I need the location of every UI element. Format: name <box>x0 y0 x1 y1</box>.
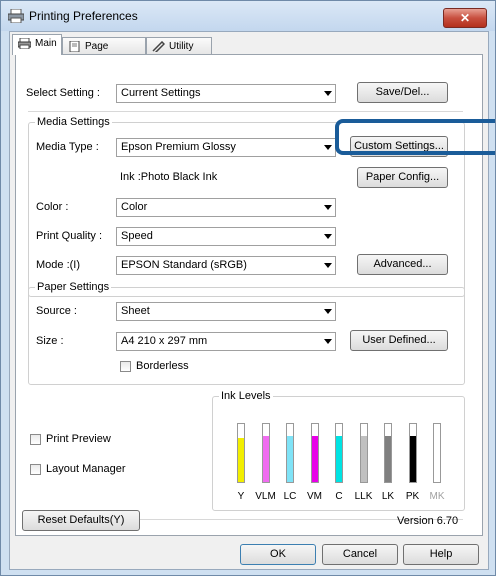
reset-defaults-button[interactable]: Reset Defaults(Y) <box>22 510 140 531</box>
ink-info-text: Ink :Photo Black Ink <box>120 171 218 183</box>
help-button[interactable]: Help <box>403 544 479 565</box>
save-del-button[interactable]: Save/Del... <box>357 82 448 103</box>
chevron-down-icon <box>324 263 332 268</box>
ink-label: C <box>335 491 343 502</box>
tab-page-layout[interactable]: Page Layout <box>62 37 146 69</box>
size-dropdown[interactable]: A4 210 x 297 mm <box>116 332 336 351</box>
version-text: Version 6.70 <box>397 515 459 527</box>
source-label: Source : <box>36 305 77 317</box>
borderless-label: Borderless <box>136 360 189 372</box>
ink-label: VM <box>307 491 322 502</box>
tab-utility[interactable]: Utility <box>146 37 212 54</box>
size-label: Size : <box>36 335 64 347</box>
size-value: A4 210 x 297 mm <box>121 335 208 347</box>
ink-bar-mk <box>433 423 441 483</box>
divider <box>28 111 463 112</box>
tab-label: Utility <box>169 41 194 52</box>
ink-levels-title: Ink Levels <box>219 390 273 402</box>
chevron-down-icon <box>324 145 332 150</box>
close-button[interactable]: ✕ <box>443 8 487 28</box>
borderless-checkbox[interactable] <box>120 361 131 372</box>
color-value: Color <box>121 201 148 213</box>
ink-label: PK <box>405 491 420 502</box>
wrench-icon <box>152 41 165 52</box>
dialog-client-area: Main Page Layout Utility Select Setting … <box>9 31 489 570</box>
source-dropdown[interactable]: Sheet <box>116 302 336 321</box>
ink-label: LLK <box>354 491 373 502</box>
ink-level-fill <box>434 436 440 482</box>
ok-button[interactable]: OK <box>240 544 316 565</box>
window-title: Printing Preferences <box>29 9 138 23</box>
chevron-down-icon <box>324 234 332 239</box>
ink-level-fill <box>262 436 269 482</box>
select-setting-dropdown[interactable]: Current Settings <box>116 84 336 103</box>
ink-bar-llk <box>359 423 368 483</box>
ink-bar-y <box>237 423 245 483</box>
paper-settings-title: Paper Settings <box>35 281 112 293</box>
layout-manager-label: Layout Manager <box>46 463 126 475</box>
ink-label: LC <box>283 491 297 502</box>
ink-bar-lk <box>384 423 392 483</box>
media-type-label: Media Type : <box>36 141 99 153</box>
ink-bar-pk <box>408 423 417 483</box>
printer-icon <box>8 9 24 23</box>
cancel-button[interactable]: Cancel <box>322 544 398 565</box>
highlight-callout <box>335 119 495 155</box>
ink-level-fill <box>385 436 391 482</box>
chevron-down-icon <box>324 205 332 210</box>
ink-level-fill <box>311 436 318 482</box>
tab-label: Main <box>35 38 57 49</box>
ink-bar-lc <box>286 423 294 483</box>
chevron-down-icon <box>324 309 332 314</box>
chevron-down-icon <box>324 91 332 96</box>
ink-level-fill <box>287 436 293 482</box>
color-label: Color : <box>36 201 69 213</box>
layout-manager-checkbox[interactable] <box>30 464 41 475</box>
ink-level-fill <box>409 436 416 482</box>
media-settings-title: Media Settings <box>35 116 112 128</box>
ink-label: LK <box>381 491 395 502</box>
paper-config-button[interactable]: Paper Config... <box>357 167 448 188</box>
tab-main[interactable]: Main <box>12 34 62 55</box>
chevron-down-icon <box>324 339 332 344</box>
advanced-button[interactable]: Advanced... <box>357 254 448 275</box>
source-value: Sheet <box>121 305 150 317</box>
select-setting-value: Current Settings <box>121 87 201 99</box>
print-quality-dropdown[interactable]: Speed <box>116 227 336 246</box>
tab-bar: Main Page Layout Utility <box>10 32 488 69</box>
media-type-dropdown[interactable]: Epson Premium Glossy <box>116 138 336 157</box>
printing-preferences-window: Printing Preferences ✕ Main Page Layout … <box>0 0 496 576</box>
printer-icon <box>18 38 31 49</box>
print-quality-label: Print Quality : <box>36 230 103 242</box>
ink-level-fill <box>336 436 342 482</box>
mode-value: EPSON Standard (sRGB) <box>121 259 247 271</box>
ink-level-fill <box>360 436 367 482</box>
user-defined-button[interactable]: User Defined... <box>350 330 448 351</box>
ink-label: VLM <box>255 491 276 502</box>
ink-level-fill <box>238 438 244 482</box>
print-preview-checkbox[interactable] <box>30 434 41 445</box>
mode-dropdown[interactable]: EPSON Standard (sRGB) <box>116 256 336 275</box>
color-dropdown[interactable]: Color <box>116 198 336 217</box>
ink-bar-vm <box>310 423 319 483</box>
print-quality-value: Speed <box>121 230 153 242</box>
title-bar[interactable]: Printing Preferences ✕ <box>1 1 495 31</box>
media-type-value: Epson Premium Glossy <box>121 141 236 153</box>
ink-bar-c <box>335 423 343 483</box>
print-preview-label: Print Preview <box>46 433 111 445</box>
page-layout-icon <box>69 41 80 52</box>
ink-label: MK <box>429 491 445 502</box>
mode-label: Mode :(I) <box>36 259 81 271</box>
ink-label: Y <box>237 491 245 502</box>
select-setting-label: Select Setting : <box>26 87 100 99</box>
ink-bar-vlm <box>261 423 270 483</box>
